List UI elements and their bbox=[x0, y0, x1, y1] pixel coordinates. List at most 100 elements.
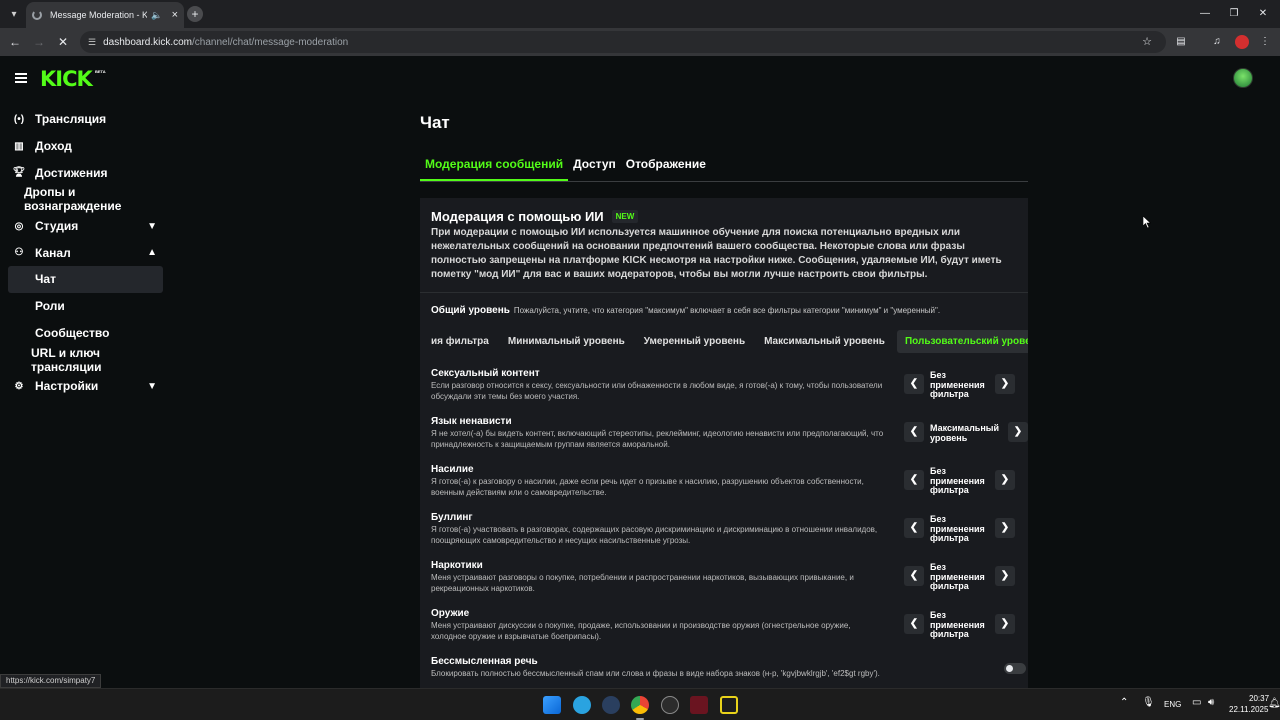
menu-icon[interactable]: ⋮ bbox=[1257, 34, 1273, 50]
chevron-right-icon[interactable]: ❯ bbox=[995, 614, 1015, 634]
category-value: Без применения фильтра bbox=[930, 370, 985, 399]
preset-no-filter[interactable]: ия фильтра bbox=[431, 336, 489, 347]
sidebar-item-roles[interactable]: Роли bbox=[8, 293, 163, 320]
profile-icon[interactable] bbox=[1235, 35, 1249, 49]
mouse-cursor-icon bbox=[1143, 216, 1151, 228]
chevron-right-icon[interactable]: ❯ bbox=[995, 374, 1015, 394]
chevron-right-icon[interactable]: ❯ bbox=[995, 566, 1015, 586]
volume-icon[interactable]: 🔊︎ bbox=[1208, 697, 1214, 708]
category-value: Без применения фильтра bbox=[930, 466, 985, 495]
star-icon[interactable]: ☆ bbox=[1142, 35, 1152, 48]
forward-icon[interactable]: → bbox=[31, 34, 47, 50]
tab-list-icon[interactable]: ▾ bbox=[4, 4, 24, 24]
sidebar-item-label: Трансляция bbox=[35, 112, 107, 127]
sidebar-item-stream-key[interactable]: URL и ключ трансляции bbox=[8, 346, 163, 374]
tray-expand-icon[interactable]: ⌃ bbox=[1120, 697, 1128, 708]
chevron-left-icon[interactable]: ❮ bbox=[904, 566, 924, 586]
stop-icon[interactable]: ✕ bbox=[55, 34, 71, 50]
restore-icon[interactable]: ❐ bbox=[1226, 6, 1242, 22]
clock-date[interactable]: 22.11.2025 bbox=[1229, 705, 1268, 714]
close-window-icon[interactable]: ✕ bbox=[1255, 6, 1271, 22]
category-weapons: Оружие Меня устраивают дискуссии о покуп… bbox=[431, 608, 1021, 656]
ai-moderation-description: При модерации с помощью ИИ используется … bbox=[431, 227, 1002, 280]
sidebar-item-settings[interactable]: ⚙ Настройки ▼ bbox=[8, 373, 163, 400]
site-info-icon[interactable]: ☰ bbox=[88, 37, 96, 48]
telegram-icon[interactable] bbox=[573, 696, 591, 714]
category-drugs: Наркотики Меня устраивают разговоры о по… bbox=[431, 560, 1021, 608]
kick-logo[interactable]: KICK bbox=[40, 67, 93, 91]
media-icon[interactable]: ♫ bbox=[1209, 34, 1225, 50]
audio-icon[interactable]: 🔈 bbox=[151, 10, 162, 21]
category-name: Язык ненависти bbox=[431, 416, 512, 427]
sidebar-item-studio[interactable]: ◎ Студия ▼ bbox=[8, 213, 163, 240]
steam-icon[interactable] bbox=[602, 696, 620, 714]
chevron-right-icon[interactable]: ❯ bbox=[1008, 422, 1028, 442]
browser-tab[interactable]: Message Moderation - Kick 🔈 × bbox=[26, 2, 184, 28]
sidebar-item-community[interactable]: Сообщество bbox=[8, 320, 163, 347]
sidebar-item-broadcast[interactable]: (•) Трансляция bbox=[8, 106, 163, 133]
category-name: Бессмысленная речь bbox=[431, 656, 538, 667]
back-icon[interactable]: ← bbox=[7, 34, 23, 50]
category-value: Максимальный уровень bbox=[930, 423, 999, 443]
tab-access[interactable]: Доступ bbox=[568, 157, 621, 181]
chevron-left-icon[interactable]: ❮ bbox=[904, 470, 924, 490]
preset-moderate[interactable]: Умеренный уровень bbox=[644, 336, 745, 347]
chevron-left-icon[interactable]: ❮ bbox=[904, 614, 924, 634]
preset-maximum[interactable]: Максимальный уровень bbox=[764, 336, 885, 347]
gear-icon: ⚙ bbox=[14, 380, 24, 392]
ai-moderation-card: Модерация с помощью ИИ NEW При модерации… bbox=[420, 198, 1028, 688]
overall-level-title: Общий уровень bbox=[431, 305, 510, 316]
hamburger-menu-icon[interactable] bbox=[15, 73, 27, 83]
chevron-down-icon[interactable]: ▼ bbox=[147, 221, 157, 232]
sidebar-item-chat[interactable]: Чат bbox=[8, 266, 163, 293]
new-badge: NEW bbox=[611, 210, 639, 223]
sidebar-item-channel[interactable]: ⚇ Канал ▲ bbox=[8, 239, 163, 266]
chevron-right-icon[interactable]: ❯ bbox=[995, 470, 1015, 490]
income-icon: ▥ bbox=[14, 140, 24, 152]
tab-display[interactable]: Отображение bbox=[621, 157, 711, 181]
user-avatar[interactable] bbox=[1233, 68, 1253, 88]
category-description: Я готов(-а) участвовать в разговорах, со… bbox=[431, 525, 878, 545]
preset-custom[interactable]: Пользовательский уровень bbox=[896, 330, 1028, 353]
language-indicator[interactable]: ENG bbox=[1164, 700, 1181, 709]
chevron-left-icon[interactable]: ❮ bbox=[904, 374, 924, 394]
chevron-left-icon[interactable]: ❮ bbox=[904, 518, 924, 538]
overall-level-note: Пожалуйста, учтите, что категория "макси… bbox=[513, 306, 941, 315]
chevron-left-icon[interactable]: ❮ bbox=[904, 422, 924, 442]
channel-icon: ⚇ bbox=[14, 247, 24, 259]
sidebar-item-income[interactable]: ▥ Доход bbox=[8, 133, 163, 160]
minimize-icon[interactable]: — bbox=[1197, 6, 1213, 22]
category-description: Если разговор относится к сексу, сексуал… bbox=[431, 381, 883, 401]
chrome-icon[interactable] bbox=[631, 696, 649, 720]
tab-message-moderation[interactable]: Модерация сообщений bbox=[420, 157, 569, 181]
clock-time[interactable]: 20:37 bbox=[1249, 694, 1269, 703]
browser-toolbar: ← → ✕ ☰ dashboard.kick.com/channel/chat/… bbox=[0, 28, 1280, 56]
category-violence: Насилие Я готов(-а) к разговору о насили… bbox=[431, 464, 1021, 512]
address-bar[interactable]: ☰ dashboard.kick.com/channel/chat/messag… bbox=[80, 31, 1166, 53]
microphone-icon[interactable]: 🎙︎ bbox=[1142, 697, 1155, 708]
obs-icon[interactable] bbox=[661, 696, 679, 714]
category-name: Буллинг bbox=[431, 512, 473, 523]
tab-search-icon[interactable]: ▤ bbox=[1173, 34, 1189, 50]
notification-icon[interactable]: 🔔︎ bbox=[1268, 698, 1280, 709]
sidebar-item-drops[interactable]: Дропы и вознаграждение bbox=[8, 185, 163, 213]
close-icon[interactable]: × bbox=[172, 9, 178, 21]
network-icon[interactable]: ▭ bbox=[1192, 697, 1201, 708]
chevron-right-icon[interactable]: ❯ bbox=[995, 518, 1015, 538]
chevron-up-icon[interactable]: ▲ bbox=[147, 247, 157, 258]
sidebar-item-label: Сообщество bbox=[35, 325, 110, 340]
app-icon[interactable] bbox=[690, 696, 708, 714]
page: KICK BETA (•) Трансляция ▥ Доход 🏆︎ Дост… bbox=[0, 56, 1280, 688]
category-description: Блокировать полностью бессмысленный спам… bbox=[431, 669, 880, 678]
windows-start-icon[interactable] bbox=[543, 696, 561, 714]
studio-icon: ◎ bbox=[14, 220, 24, 232]
app-icon[interactable] bbox=[720, 696, 738, 714]
new-tab-icon[interactable]: + bbox=[187, 6, 203, 22]
loading-spinner-icon bbox=[32, 10, 42, 20]
category-value: Без применения фильтра bbox=[930, 514, 985, 543]
preset-minimal[interactable]: Минимальный уровень bbox=[508, 336, 625, 347]
gibberish-toggle[interactable] bbox=[1004, 663, 1026, 674]
chevron-down-icon[interactable]: ▼ bbox=[147, 381, 157, 392]
page-title: Чат bbox=[420, 113, 450, 132]
sidebar-item-achievements[interactable]: 🏆︎ Достижения bbox=[8, 159, 163, 186]
